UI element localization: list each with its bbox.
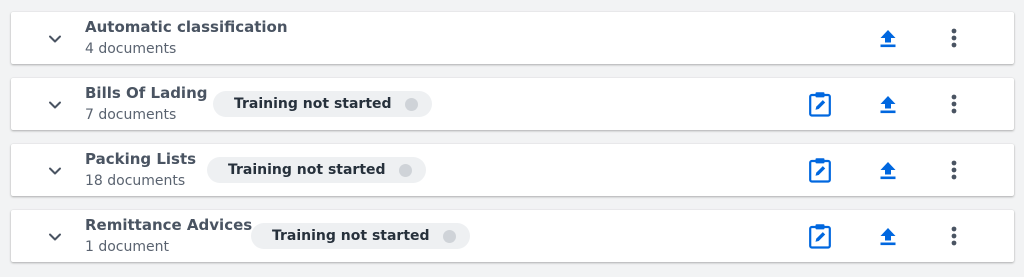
status-badge-label: Training not started <box>234 96 392 112</box>
document-type-row-automatic-classification: Automatic classification 4 documents <box>11 12 1014 64</box>
row-document-count: 7 documents <box>85 107 177 123</box>
row-title: Bills Of Lading <box>85 84 208 102</box>
status-dot-icon <box>442 229 456 243</box>
document-type-row-bills-of-lading: Bills Of Lading 7 documents Training not… <box>11 78 1014 130</box>
clipboard-edit-icon[interactable] <box>807 223 833 249</box>
row-title-block: Automatic classification 4 documents <box>85 17 288 59</box>
row-title: Automatic classification <box>85 18 288 36</box>
row-title-block: Bills Of Lading 7 documents <box>85 83 207 125</box>
status-badge-label: Training not started <box>272 228 430 244</box>
status-badge: Training not started <box>251 223 470 249</box>
status-dot-icon <box>404 97 418 111</box>
document-type-row-remittance-advices: Remittance Advices 1 document Training n… <box>11 210 1014 262</box>
upload-icon[interactable] <box>875 91 901 117</box>
chevron-down-icon[interactable] <box>47 31 63 47</box>
row-document-count: 4 documents <box>85 41 177 57</box>
chevron-down-icon[interactable] <box>47 97 63 113</box>
status-badge: Training not started <box>213 91 432 117</box>
clipboard-edit-icon[interactable] <box>807 157 833 183</box>
row-document-count: 18 documents <box>85 173 186 189</box>
clipboard-edit-icon[interactable] <box>807 91 833 117</box>
row-document-count: 1 document <box>85 239 169 255</box>
row-title: Packing Lists <box>85 150 197 168</box>
chevron-down-icon[interactable] <box>47 163 63 179</box>
document-type-list: Automatic classification 4 documents Bil… <box>11 12 1014 276</box>
more-vertical-icon[interactable] <box>941 25 967 51</box>
row-title-block: Packing Lists 18 documents <box>85 149 196 191</box>
status-badge-label: Training not started <box>228 162 386 178</box>
chevron-down-icon[interactable] <box>47 229 63 245</box>
more-vertical-icon[interactable] <box>941 91 967 117</box>
upload-icon[interactable] <box>875 25 901 51</box>
upload-icon[interactable] <box>875 157 901 183</box>
row-title: Remittance Advices <box>85 216 253 234</box>
status-dot-icon <box>398 163 412 177</box>
more-vertical-icon[interactable] <box>941 157 967 183</box>
more-vertical-icon[interactable] <box>941 223 967 249</box>
row-title-block: Remittance Advices 1 document <box>85 215 252 257</box>
document-type-row-packing-lists: Packing Lists 18 documents Training not … <box>11 144 1014 196</box>
upload-icon[interactable] <box>875 223 901 249</box>
status-badge: Training not started <box>207 157 426 183</box>
